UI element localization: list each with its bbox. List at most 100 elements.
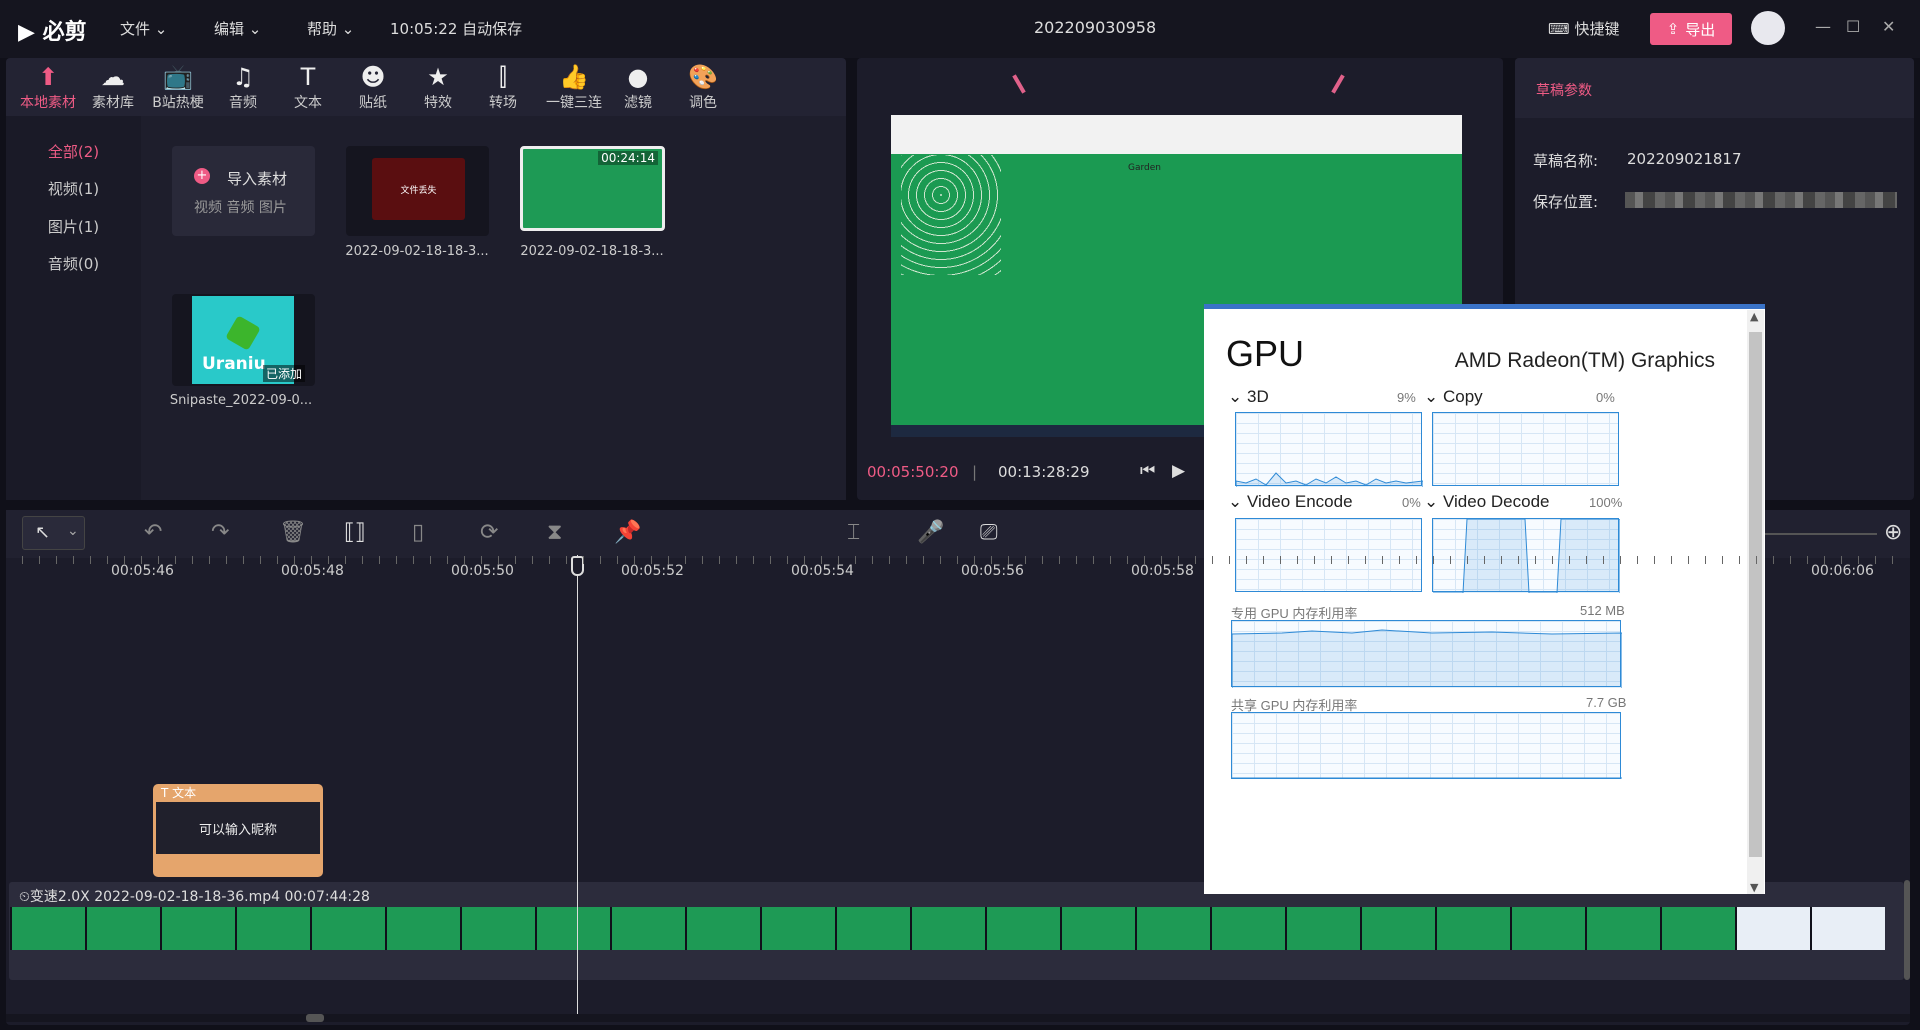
current-time: 00:05:50:20 xyxy=(867,463,959,481)
ruler-tick xyxy=(1365,556,1366,564)
chevron-down-icon: ⌄ xyxy=(67,523,79,539)
tab-triple-like[interactable]: 👍 一键三连 xyxy=(536,62,612,112)
camera-icon[interactable]: ⎚ xyxy=(980,520,998,545)
asset-thumbnail-missing[interactable]: 文件丢失 xyxy=(346,146,489,236)
delete-icon[interactable]: 🗑 xyxy=(279,520,307,545)
rotate-icon[interactable]: ⟳ xyxy=(480,520,498,545)
ruler-tick xyxy=(1229,556,1230,564)
ruler-tick xyxy=(158,556,159,564)
tab-effects[interactable]: ★ 特效 xyxy=(406,62,470,112)
engine-video-decode[interactable]: ⌄ Video Decode xyxy=(1424,492,1549,512)
ruler-tick xyxy=(107,556,108,564)
zoom-in-icon[interactable]: ⊕ xyxy=(1884,520,1902,545)
engine-copy[interactable]: ⌄ Copy xyxy=(1424,387,1483,407)
ruler-tick xyxy=(940,556,941,564)
tab-label: 贴纸 xyxy=(359,95,387,111)
tab-audio[interactable]: ♫ 音频 xyxy=(211,62,275,112)
pin-icon[interactable]: 📌 xyxy=(614,520,641,545)
tab-color[interactable]: 🎨 调色 xyxy=(671,62,735,112)
tab-sticker[interactable]: ☻ 贴纸 xyxy=(341,62,405,112)
engine-percent: 100% xyxy=(1589,495,1623,510)
ruler-tick xyxy=(1399,556,1400,564)
tab-bilibili-memes[interactable]: 📺 B站热梗 xyxy=(146,62,210,112)
maximize-icon[interactable]: ☐ xyxy=(1846,17,1860,36)
playhead-line xyxy=(577,555,578,1015)
ruler-tick xyxy=(1654,556,1655,564)
graph-3d xyxy=(1235,412,1423,487)
scroll-up-icon[interactable]: ▲ xyxy=(1750,310,1758,323)
menu-edit[interactable]: 编辑 ⌄ xyxy=(214,18,261,39)
tab-local-media[interactable]: ⬆ 本地素材 xyxy=(16,62,80,112)
export-button[interactable]: ⇪ 导出 xyxy=(1650,13,1732,45)
undo-icon[interactable]: ↶ xyxy=(144,520,162,545)
ruler-tick xyxy=(1824,556,1825,564)
ruler-tick xyxy=(1535,556,1536,564)
close-icon[interactable]: ✕ xyxy=(1882,17,1895,36)
timeline-scrollbar[interactable] xyxy=(6,1014,1910,1022)
freeze-icon[interactable]: ▯ xyxy=(412,520,424,545)
category-all[interactable]: 全部(2) xyxy=(6,141,141,162)
zoom-slider[interactable] xyxy=(1757,533,1877,535)
ruler-label: 00:05:58 xyxy=(1131,563,1194,579)
ruler-tick xyxy=(294,556,295,564)
asset-thumbnail-video[interactable]: 00:24:14 xyxy=(520,146,665,231)
video-clip[interactable] xyxy=(10,907,1904,950)
engine-video-encode[interactable]: ⌄ Video Encode xyxy=(1228,492,1353,512)
graph-copy xyxy=(1432,412,1619,486)
text-recognize-icon[interactable]: ⌶ xyxy=(847,520,860,545)
video-frame-thumbnail xyxy=(1435,907,1510,950)
track-scrollbar[interactable] xyxy=(1904,880,1910,980)
tab-transition[interactable]: ⫿ 转场 xyxy=(471,62,535,112)
ruler-tick xyxy=(1450,556,1451,564)
category-video[interactable]: 视频(1) xyxy=(6,178,141,199)
graph-dedicated-memory xyxy=(1231,620,1622,688)
video-frame-thumbnail xyxy=(610,907,685,950)
draft-name-label: 草稿名称: xyxy=(1533,152,1599,170)
text-clip[interactable]: T 文本 可以输入昵称 xyxy=(153,784,323,877)
video-frame-thumbnail xyxy=(1060,907,1135,950)
shortcut-button[interactable]: ⌨ 快捷键 xyxy=(1548,18,1619,39)
ruler-tick xyxy=(39,556,40,564)
plus-icon: + xyxy=(194,168,210,184)
import-media-button[interactable]: + 导入素材 视频 音频 图片 xyxy=(172,146,315,236)
project-title: 202209030958 xyxy=(1034,18,1157,37)
crop-handle-right[interactable] xyxy=(1331,74,1345,94)
tab-text[interactable]: T 文本 xyxy=(276,62,340,112)
ruler-tick xyxy=(498,556,499,564)
ruler-label: 00:05:46 xyxy=(111,563,174,579)
ruler-tick xyxy=(1875,556,1876,564)
category-audio[interactable]: 音频(0) xyxy=(6,253,141,274)
split-icon[interactable]: ⟦⟧ xyxy=(344,520,366,545)
engine-name: Video Decode xyxy=(1442,492,1550,511)
prev-frame-icon[interactable]: ⏮ xyxy=(1140,461,1155,481)
crop-handle-left[interactable] xyxy=(1012,74,1026,94)
gpu-panel-scroll-thumb[interactable] xyxy=(1749,332,1762,857)
tab-label: B站热梗 xyxy=(152,95,204,111)
engine-3d[interactable]: ⌄ 3D xyxy=(1228,387,1269,407)
mirror-icon[interactable]: ⧗ xyxy=(547,520,562,545)
ruler-tick xyxy=(668,556,669,564)
play-icon[interactable]: ▶ xyxy=(1172,461,1185,481)
scroll-down-icon[interactable]: ▼ xyxy=(1750,881,1758,894)
menu-file[interactable]: 文件 ⌄ xyxy=(120,18,167,39)
keyboard-icon: ⌨ xyxy=(1548,20,1570,38)
category-image[interactable]: 图片(1) xyxy=(6,216,141,237)
timeline-scroll-thumb[interactable] xyxy=(306,1014,324,1022)
ruler-tick xyxy=(1807,556,1808,564)
ruler-tick xyxy=(1331,556,1332,564)
tv-icon: 📺 xyxy=(163,63,193,91)
export-icon: ⇪ xyxy=(1666,20,1680,38)
microphone-icon[interactable]: 🎤 xyxy=(917,520,944,545)
ruler-tick xyxy=(889,556,890,564)
tab-filter[interactable]: ● 滤镜 xyxy=(606,62,670,112)
menu-help[interactable]: 帮助 ⌄ xyxy=(307,18,354,39)
minimize-icon[interactable]: — xyxy=(1815,17,1831,36)
redo-icon[interactable]: ↷ xyxy=(211,520,229,545)
ruler-tick xyxy=(413,556,414,564)
file-missing-text: 文件丢失 xyxy=(400,185,437,196)
avatar[interactable] xyxy=(1751,11,1785,45)
ruler-tick xyxy=(1076,556,1077,564)
asset-thumbnail-image[interactable]: Uraniu 已添加 xyxy=(172,294,315,386)
select-tool[interactable]: ↖ ⌄ xyxy=(22,516,85,550)
tab-material-library[interactable]: ☁ 素材库 xyxy=(81,62,145,112)
